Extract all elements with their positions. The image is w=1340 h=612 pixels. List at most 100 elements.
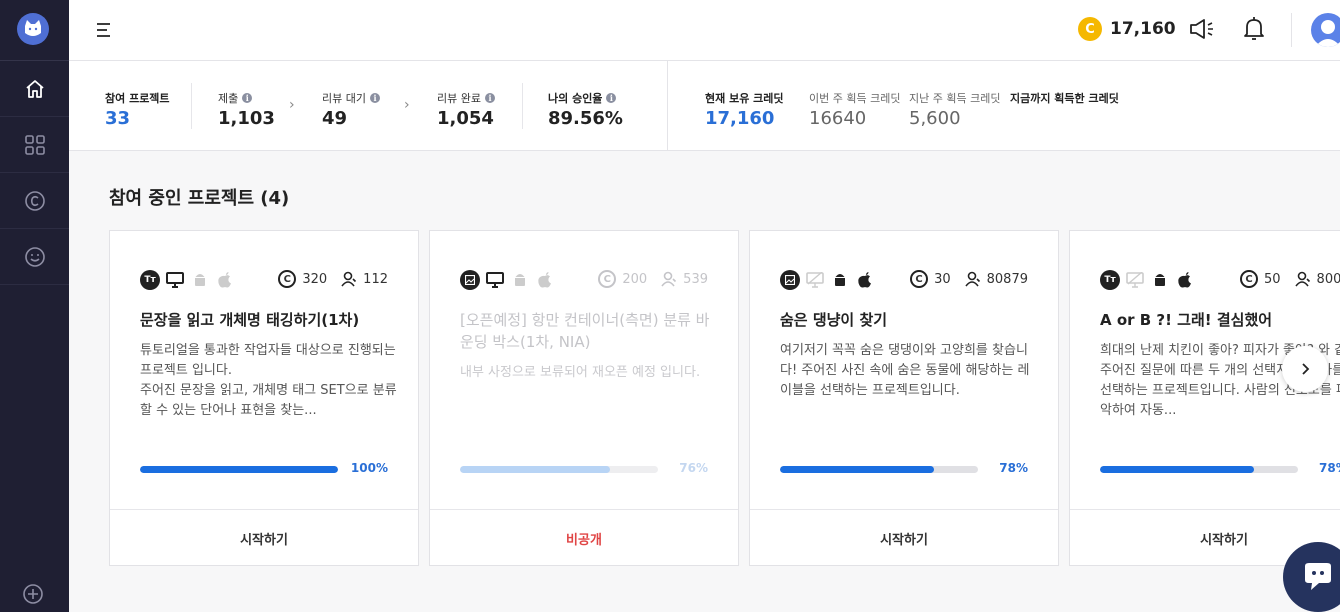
card-description: 여기저기 꼭꼭 숨은 댕댕이와 고양희를 찾습니다! 주어진 사진 속에 숨은 … bbox=[780, 343, 1030, 398]
sidebar-item-home[interactable] bbox=[0, 61, 69, 117]
info-icon[interactable]: i bbox=[484, 93, 495, 103]
apple-icon bbox=[215, 270, 235, 290]
progress-bar bbox=[140, 466, 338, 473]
sidebar-item-profile[interactable] bbox=[0, 229, 69, 285]
android-icon bbox=[1150, 270, 1170, 290]
stat-participating-label-text: 참여 프로젝트 bbox=[105, 92, 170, 105]
credit-balance[interactable]: C 17,160 bbox=[1078, 17, 1176, 41]
progress-bar bbox=[1100, 466, 1298, 473]
project-card[interactable]: C 200 539 [오픈예정] 항만 컨테이너(측면) 분류 바운딩 박스(1… bbox=[429, 230, 739, 566]
stat-submitted-value: 1,103 bbox=[218, 108, 275, 129]
chevron-right-icon: › bbox=[404, 97, 410, 113]
stat-review-done-label: 리뷰 완료 i bbox=[437, 90, 495, 106]
stat-approval-label-text: 나의 승인율 bbox=[548, 92, 603, 105]
megaphone-icon bbox=[1190, 19, 1213, 39]
progress-fill bbox=[460, 466, 611, 473]
info-icon[interactable]: i bbox=[242, 93, 253, 103]
stat-divider bbox=[191, 83, 192, 129]
progress-fill bbox=[780, 466, 935, 473]
private-button[interactable]: 비공개 bbox=[430, 509, 738, 566]
stat-participating-value[interactable]: 33 bbox=[105, 108, 130, 129]
card-meta: C 30 80879 bbox=[910, 270, 1028, 288]
avatar[interactable] bbox=[1311, 13, 1340, 47]
participants-value: 112 bbox=[363, 271, 388, 287]
stat-participating-label: 참여 프로젝트 bbox=[105, 90, 170, 106]
stat-last-week-label: 지난 주 획득 크레딧 bbox=[909, 92, 1001, 105]
card-title: A or B ?! 그래! 결심했어 bbox=[1100, 311, 1273, 329]
stats-divider bbox=[667, 61, 668, 151]
progress-fill bbox=[1100, 466, 1255, 473]
stat-review-done-value: 1,054 bbox=[437, 108, 494, 129]
cat-logo-icon bbox=[25, 20, 41, 36]
stat-submitted-label-text: 제출 bbox=[218, 92, 239, 105]
info-icon[interactable]: i bbox=[369, 93, 380, 103]
bell-icon bbox=[1244, 17, 1264, 40]
card-meta: C 50 8008 bbox=[1240, 270, 1340, 288]
stat-this-week-label: 이번 주 획득 크레딧 bbox=[809, 92, 901, 105]
notification-button[interactable] bbox=[1243, 16, 1265, 42]
stat-approval-value: 89.56% bbox=[548, 108, 623, 129]
home-icon bbox=[25, 79, 44, 98]
menu-button[interactable] bbox=[95, 20, 115, 40]
progress-percent: 100% bbox=[350, 461, 388, 475]
platform-icons: Tт bbox=[1100, 270, 1195, 290]
sidebar-item-credit[interactable] bbox=[0, 173, 69, 229]
apple-icon bbox=[1175, 270, 1195, 290]
project-card[interactable]: Tт C 320 112 문장을 읽고 개체명 태깅하기(1차) 튜토리얼을 통… bbox=[109, 230, 419, 566]
app-logo[interactable] bbox=[17, 13, 49, 45]
info-icon[interactable]: i bbox=[606, 93, 617, 103]
project-card[interactable]: Tт C 50 8008 A or B ?! 그래! 결심했어 희대의 난제 치… bbox=[1069, 230, 1340, 566]
top-bar: C 17,160 bbox=[69, 0, 1340, 61]
smile-icon bbox=[24, 246, 45, 267]
desktop-off-icon bbox=[805, 270, 825, 290]
card-description: 튜토리얼을 통과한 작업자들 대상으로 진행되는 프로젝트 입니다. 주어진 문… bbox=[140, 343, 397, 418]
text-type-icon: Tт bbox=[1100, 270, 1120, 290]
text-type-icon: Tт bbox=[140, 270, 160, 290]
coin-icon: C bbox=[910, 270, 929, 288]
stat-submitted-label: 제출 i bbox=[218, 90, 253, 106]
user-avatar-icon bbox=[1315, 20, 1340, 47]
stat-current-credit-label: 현재 보유 크레딧 bbox=[705, 92, 784, 105]
apple-icon bbox=[535, 270, 555, 290]
stat-review-wait-label: 리뷰 대기 i bbox=[322, 90, 380, 106]
sidebar bbox=[0, 0, 69, 612]
stat-review-wait-label-text: 리뷰 대기 bbox=[322, 92, 366, 105]
image-type-icon bbox=[780, 270, 800, 290]
carousel-next-button[interactable] bbox=[1282, 346, 1328, 392]
stat-divider bbox=[522, 83, 523, 129]
grid-icon bbox=[24, 134, 45, 155]
progress-percent: 76% bbox=[679, 461, 708, 475]
progress-bar bbox=[780, 466, 978, 473]
platform-icons bbox=[460, 270, 555, 290]
start-button[interactable]: 시작하기 bbox=[750, 509, 1058, 566]
project-card[interactable]: C 30 80879 숨은 댕냥이 찾기 여기저기 꼭꼭 숨은 댕댕이와 고양희… bbox=[749, 230, 1059, 566]
desktop-icon bbox=[165, 270, 185, 290]
stat-approval-label: 나의 승인율 i bbox=[548, 90, 617, 106]
coin-icon: C bbox=[1078, 17, 1102, 41]
users-icon bbox=[661, 271, 677, 287]
stats-bar: 참여 프로젝트 33 제출 i 1,103 › 리뷰 대기 i 49 › 리뷰 완료… bbox=[69, 61, 1340, 151]
sidebar-item-projects[interactable] bbox=[0, 117, 69, 173]
announcement-button[interactable] bbox=[1189, 17, 1215, 41]
android-icon bbox=[190, 270, 210, 290]
card-title: 문장을 읽고 개체명 태깅하기(1차) bbox=[140, 311, 360, 329]
card-title: [오픈예정] 항만 컨테이너(측면) 분류 바운딩 박스(1차, NIA) bbox=[460, 311, 710, 351]
card-meta: C 320 112 bbox=[278, 270, 388, 288]
start-button[interactable]: 시작하기 bbox=[110, 509, 418, 566]
progress-percent: 78% bbox=[999, 461, 1028, 475]
top-divider bbox=[1291, 13, 1292, 47]
hamburger-icon bbox=[97, 23, 110, 37]
participants-value: 8008 bbox=[1316, 271, 1340, 287]
stat-current-credit-value: 17,160 bbox=[705, 108, 775, 129]
stat-total-label: 지금까지 획득한 크레딧 bbox=[1010, 92, 1119, 105]
participants-value: 80879 bbox=[986, 271, 1028, 287]
progress-bar bbox=[460, 466, 658, 473]
sidebar-nav bbox=[0, 61, 69, 285]
users-icon bbox=[341, 271, 357, 287]
reward-value: 30 bbox=[934, 271, 951, 287]
card-meta: C 200 539 bbox=[598, 270, 708, 288]
apple-icon bbox=[855, 270, 875, 290]
add-button[interactable] bbox=[22, 583, 44, 605]
chat-button[interactable] bbox=[1283, 542, 1340, 612]
android-icon bbox=[830, 270, 850, 290]
